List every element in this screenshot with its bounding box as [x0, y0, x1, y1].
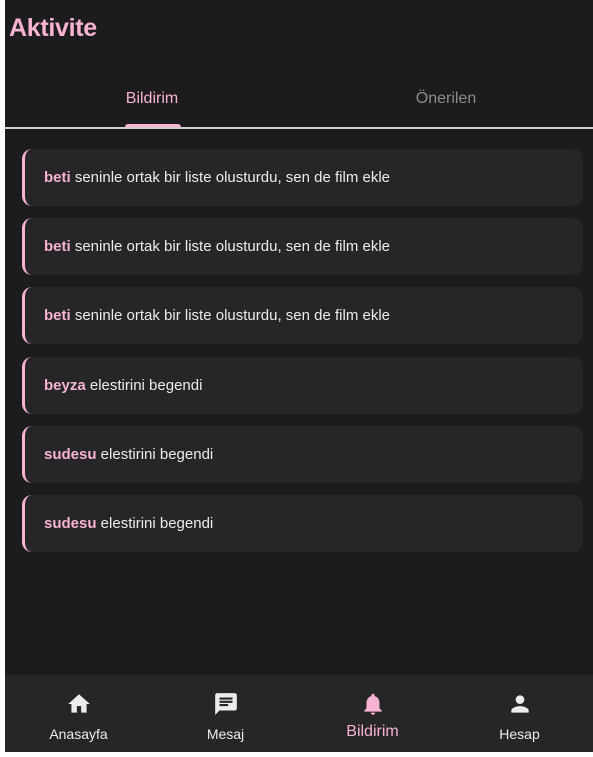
notification-item[interactable]: beti seninle ortak bir liste olusturdu, …	[22, 287, 583, 345]
tab-divider	[5, 127, 593, 129]
notification-user[interactable]: beti	[44, 169, 71, 186]
notification-text: sudesu elestirini begendi	[44, 426, 213, 483]
notification-item[interactable]: beti seninle ortak bir liste olusturdu, …	[22, 218, 583, 276]
home-icon	[67, 694, 90, 713]
nav-label: Mesaj	[206, 726, 245, 742]
notification-text: beyza elestirini begendi	[44, 357, 202, 414]
notification-user[interactable]: beyza	[44, 377, 86, 394]
nav-label: Hesap	[499, 726, 540, 742]
message-icon	[214, 693, 237, 715]
nav-hesap[interactable]: Hesap	[446, 675, 593, 752]
notification-text: beti seninle ortak bir liste olusturdu, …	[44, 218, 390, 275]
notification-message: seninle ortak bir liste olusturdu, sen d…	[70, 307, 390, 325]
bell-icon	[363, 693, 382, 715]
nav-anasayfa[interactable]: Anasayfa	[5, 675, 152, 752]
notification-message: seninle ortak bir liste olusturdu, sen d…	[70, 238, 390, 256]
notification-text: beti seninle ortak bir liste olusturdu, …	[44, 149, 390, 206]
notification-item[interactable]: sudesu elestirini begendi	[22, 425, 583, 483]
notification-message: elestirini begendi	[96, 445, 214, 463]
notification-user[interactable]: sudesu	[44, 515, 97, 532]
notification-message: elestirini begendi	[96, 514, 214, 532]
tab-onerilen[interactable]: Önerilen	[299, 73, 593, 127]
notification-item[interactable]: sudesu elestirini begendi	[22, 494, 583, 552]
notification-list: beti seninle ortak bir liste olusturdu, …	[22, 149, 583, 564]
nav-mesaj[interactable]: Mesaj	[152, 675, 299, 752]
activity-screen: Aktivite Bildirim Önerilen beti seninle …	[5, 0, 593, 752]
tab-bar: Bildirim Önerilen	[5, 73, 593, 129]
notification-item[interactable]: beti seninle ortak bir liste olusturdu, …	[22, 149, 583, 206]
bottom-navigation: Anasayfa Mesaj Bildirim Hesap	[5, 675, 593, 752]
page-title: Aktivite	[9, 14, 97, 42]
notification-message: seninle ortak bir liste olusturdu, sen d…	[70, 169, 390, 186]
notification-text: beti seninle ortak bir liste olusturdu, …	[44, 287, 390, 344]
nav-bildirim[interactable]: Bildirim	[299, 675, 446, 752]
notification-message: elestirini begendi	[85, 376, 203, 394]
notification-item[interactable]: beyza elestirini begendi	[22, 356, 583, 414]
notification-user[interactable]: beti	[44, 238, 71, 255]
nav-label: Bildirim	[346, 723, 399, 740]
notification-user[interactable]: beti	[44, 307, 71, 324]
person-icon	[510, 695, 529, 713]
notification-user[interactable]: sudesu	[44, 446, 97, 463]
tab-bildirim[interactable]: Bildirim	[5, 73, 299, 127]
notification-text: sudesu elestirini begendi	[44, 495, 213, 552]
nav-label: Anasayfa	[49, 726, 108, 742]
